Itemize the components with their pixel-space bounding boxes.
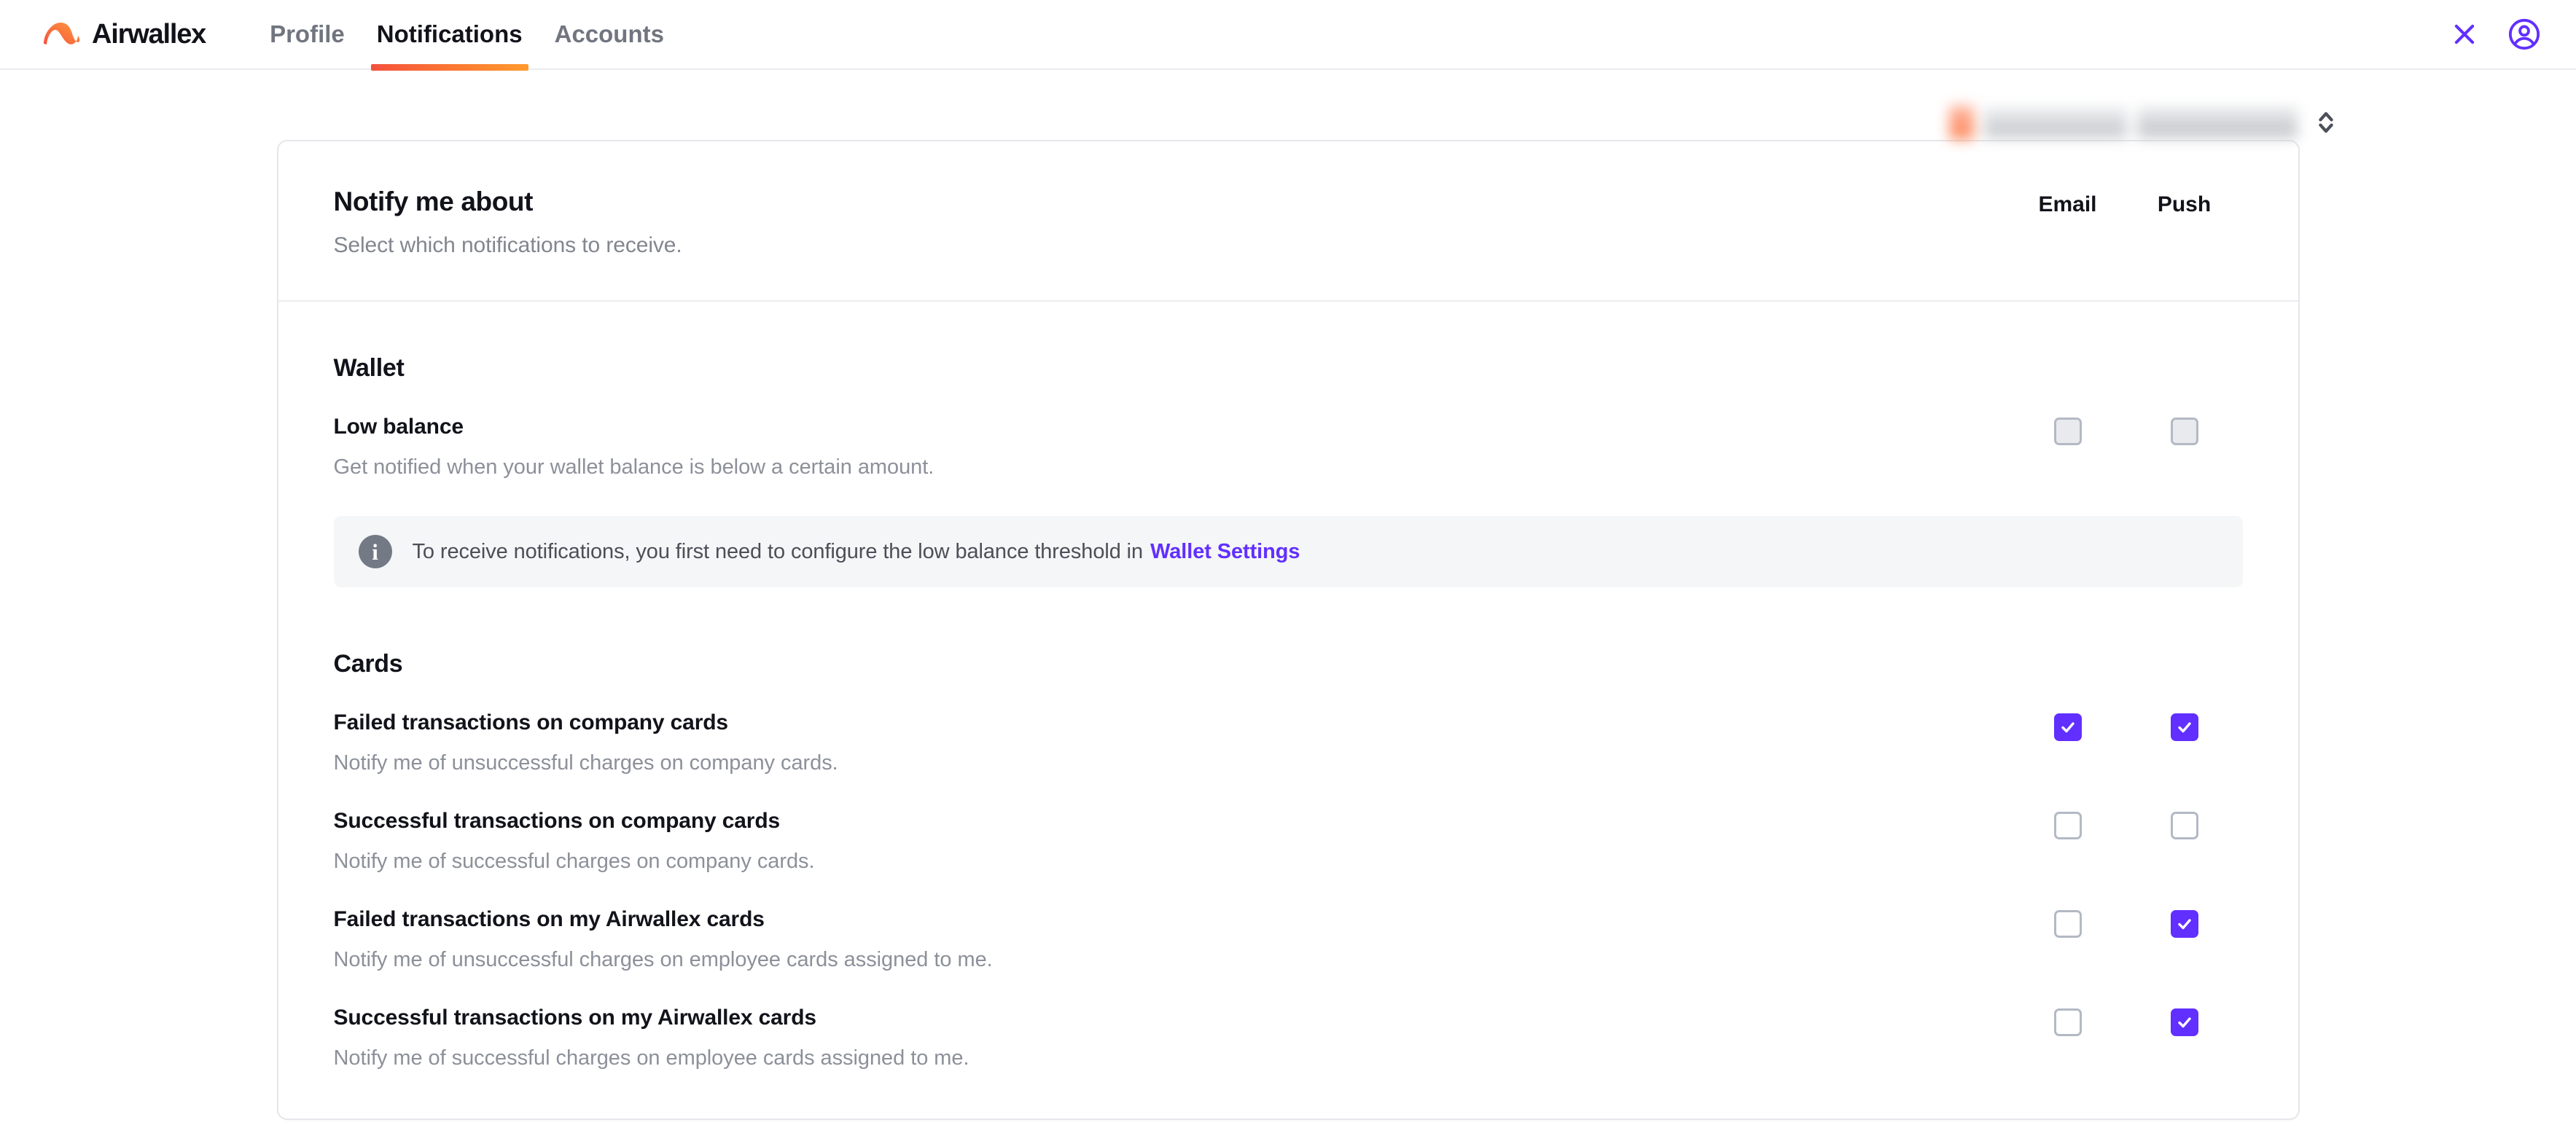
pref-description: Get notified when your wallet balance is… bbox=[333, 455, 934, 479]
info-icon: i bbox=[358, 535, 392, 568]
pref-description: Notify me of unsuccessful charges on emp… bbox=[333, 948, 993, 971]
notifications-card: Notify me about Select which notificatio… bbox=[276, 140, 2300, 1120]
pref-label: Failed transactions on my Airwallex card… bbox=[333, 907, 765, 931]
section-title-wallet: Wallet bbox=[333, 354, 405, 382]
checkbox-email-successful-company-cards[interactable] bbox=[2053, 812, 2082, 839]
column-headers: Email Push bbox=[2010, 187, 2243, 217]
checkbox-push-low-balance[interactable] bbox=[2170, 418, 2198, 445]
pref-label: Failed transactions on company cards bbox=[333, 710, 729, 734]
airwallex-logo-icon bbox=[44, 23, 80, 44]
pref-label: Low balance bbox=[333, 415, 464, 439]
checkbox-push-successful-company-cards[interactable] bbox=[2170, 812, 2198, 839]
account-button[interactable] bbox=[2507, 17, 2541, 51]
nav-tabs: Profile Notifications Accounts bbox=[254, 0, 680, 71]
account-selector[interactable] bbox=[1949, 106, 2335, 139]
account-id-redacted bbox=[2137, 107, 2298, 138]
checkbox-email-failed-my-airwallex-cards[interactable] bbox=[2053, 910, 2082, 938]
info-banner-text: To receive notifications, you first need… bbox=[413, 540, 1300, 564]
top-navigation-bar: Airwallex Profile Notifications Accounts bbox=[0, 0, 2576, 71]
column-header-push: Push bbox=[2157, 192, 2212, 216]
close-button[interactable] bbox=[2451, 20, 2478, 48]
pref-row-low-balance: Low balance Get notified when your walle… bbox=[334, 415, 2243, 513]
pref-description: Notify me of unsuccessful charges on com… bbox=[333, 751, 838, 775]
account-selector-redacted-label bbox=[1949, 106, 2298, 139]
tab-accounts[interactable]: Accounts bbox=[539, 0, 680, 69]
checkbox-email-low-balance[interactable] bbox=[2053, 418, 2082, 445]
close-icon bbox=[2454, 24, 2475, 44]
card-header: Notify me about Select which notificatio… bbox=[278, 141, 2298, 302]
tab-notifications[interactable]: Notifications bbox=[361, 0, 539, 71]
checkbox-email-successful-my-airwallex-cards[interactable] bbox=[2053, 1008, 2082, 1036]
pref-description: Notify me of successful charges on emplo… bbox=[333, 1046, 969, 1070]
account-selector-row bbox=[0, 70, 2576, 140]
pref-description: Notify me of successful charges on compa… bbox=[333, 850, 815, 873]
pref-label: Successful transactions on company cards bbox=[333, 809, 781, 833]
column-header-email: Email bbox=[2038, 192, 2097, 216]
tab-profile[interactable]: Profile bbox=[254, 0, 361, 69]
info-banner-message: To receive notifications, you first need… bbox=[412, 539, 1144, 563]
wallet-settings-link[interactable]: Wallet Settings bbox=[1150, 540, 1300, 563]
checkbox-push-failed-company-cards[interactable] bbox=[2170, 713, 2198, 741]
pref-row-successful-company-cards: Successful transactions on company cards… bbox=[334, 809, 2243, 907]
pref-label: Successful transactions on my Airwallex … bbox=[333, 1006, 817, 1030]
account-avatar-thumb bbox=[1949, 106, 1974, 139]
card-body: Wallet Low balance Get notified when you… bbox=[278, 354, 2298, 1118]
pref-row-successful-my-airwallex-cards: Successful transactions on my Airwallex … bbox=[334, 1006, 2243, 1104]
pref-row-failed-company-cards: Failed transactions on company cards Not… bbox=[334, 710, 2243, 809]
top-bar-actions bbox=[2451, 17, 2541, 51]
account-name-redacted bbox=[1984, 107, 2127, 138]
chevron-up-down-icon bbox=[2319, 111, 2333, 133]
checkbox-push-successful-my-airwallex-cards[interactable] bbox=[2170, 1008, 2198, 1036]
checkbox-push-failed-my-airwallex-cards[interactable] bbox=[2170, 910, 2198, 938]
brand-name: Airwallex bbox=[92, 19, 206, 50]
section-title-cards: Cards bbox=[333, 650, 403, 678]
page-content: Notify me about Select which notificatio… bbox=[0, 140, 2576, 1120]
page-title: Notify me about bbox=[333, 187, 534, 216]
user-circle-icon bbox=[2508, 18, 2540, 50]
low-balance-info-banner: i To receive notifications, you first ne… bbox=[333, 516, 2243, 587]
checkbox-email-failed-company-cards[interactable] bbox=[2053, 713, 2082, 741]
brand-logo[interactable]: Airwallex bbox=[38, 20, 206, 49]
page-subtitle: Select which notifications to receive. bbox=[333, 233, 682, 257]
pref-row-failed-my-airwallex-cards: Failed transactions on my Airwallex card… bbox=[334, 907, 2243, 1006]
